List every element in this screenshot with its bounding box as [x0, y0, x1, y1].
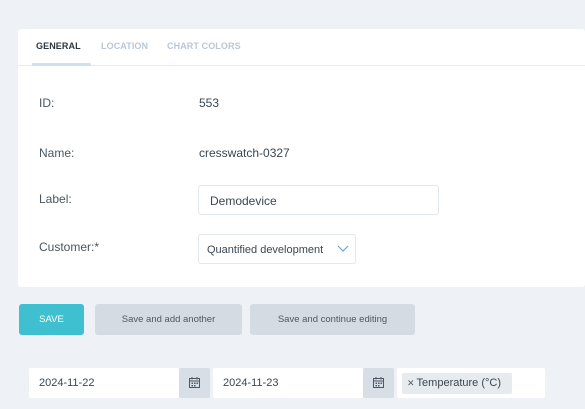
save-and-continue-editing-button[interactable]: Save and continue editing	[250, 304, 415, 335]
date-to-input[interactable]: 2024-11-23	[213, 368, 363, 398]
calendar-icon	[373, 377, 384, 388]
label-input[interactable]: Demodevice	[198, 185, 439, 215]
calendar-icon	[189, 377, 200, 388]
name-value: cresswatch-0327	[199, 146, 290, 160]
active-tab-indicator	[32, 63, 91, 66]
label-input-value: Demodevice	[210, 194, 277, 208]
label-field-label: Label:	[39, 192, 72, 206]
id-label: ID:	[39, 96, 55, 110]
tab-bar: GENERAL LOCATION CHART COLORS	[18, 29, 585, 66]
sensor-tag: ✕ Temperature (°C)	[402, 373, 512, 394]
save-button[interactable]: SAVE	[19, 304, 84, 335]
id-value: 553	[199, 96, 220, 110]
sensor-tag-label: Temperature (°C)	[416, 377, 502, 389]
name-label: Name:	[39, 146, 75, 160]
date-from-input[interactable]: 2024-11-22	[29, 368, 179, 398]
date-from-calendar-button[interactable]	[179, 368, 210, 398]
tab-general[interactable]: GENERAL	[36, 41, 81, 51]
tab-location[interactable]: LOCATION	[101, 41, 148, 51]
tab-chart-colors[interactable]: CHART COLORS	[167, 41, 241, 51]
chevron-down-icon	[337, 245, 349, 252]
customer-label: Customer:*	[39, 240, 100, 254]
save-and-add-another-button[interactable]: Save and add another	[95, 304, 242, 335]
remove-tag-icon[interactable]: ✕	[407, 378, 415, 388]
device-form-card: GENERAL LOCATION CHART COLORS ID: 553 Na…	[18, 29, 585, 287]
customer-select[interactable]: Quantified development	[198, 234, 356, 264]
sensor-select[interactable]: ✕ Temperature (°C)	[397, 368, 545, 398]
date-to-calendar-button[interactable]	[363, 368, 394, 398]
date-to-value: 2024-11-23	[223, 377, 279, 389]
customer-select-value: Quantified development	[207, 244, 324, 256]
date-from-value: 2024-11-22	[39, 377, 95, 389]
